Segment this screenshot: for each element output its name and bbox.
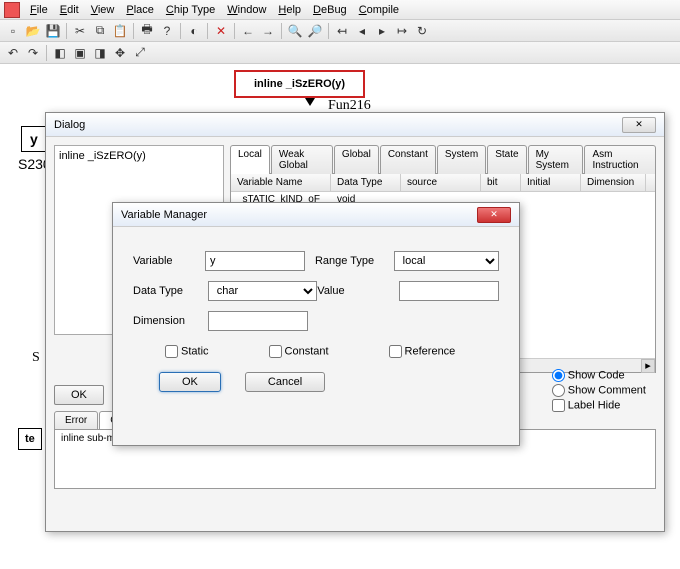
zoomin-icon[interactable]: 🔍: [286, 22, 304, 40]
menu-compile[interactable]: Compile: [353, 2, 405, 18]
about-icon[interactable]: ◐: [185, 22, 203, 40]
label-value: Value: [317, 285, 389, 297]
resize-icon[interactable]: ⤢: [131, 44, 149, 62]
dialog-ok-button[interactable]: OK: [54, 385, 104, 405]
tab-local[interactable]: Local: [230, 145, 270, 174]
tab-constant[interactable]: Constant: [380, 145, 436, 174]
toolbar-1: ▫ 📂 💾 ✂ ⧉ 📋 🖶 ? ◐ ✕ ← → 🔍 🔎 ↤ ◂ ▸ ↦ ↻: [0, 20, 680, 42]
menu-edit[interactable]: Edit: [54, 2, 85, 18]
tab-my-system[interactable]: My System: [528, 145, 584, 174]
variable-input[interactable]: [205, 251, 305, 271]
move-icon[interactable]: ✥: [111, 44, 129, 62]
tab-global[interactable]: Global: [334, 145, 379, 174]
arrow-down-icon: [305, 98, 315, 106]
check-label-hide[interactable]: Label Hide: [552, 399, 646, 412]
zoomout-icon[interactable]: 🔎: [306, 22, 324, 40]
te-box[interactable]: te: [18, 428, 42, 450]
col-source[interactable]: source: [401, 174, 481, 191]
menu-view[interactable]: View: [85, 2, 121, 18]
back-icon[interactable]: ←: [239, 22, 257, 40]
varmgr-cancel-button[interactable]: Cancel: [245, 372, 325, 392]
menu-place[interactable]: Place: [120, 2, 160, 18]
paste-icon[interactable]: 📋: [111, 22, 129, 40]
col-bit[interactable]: bit: [481, 174, 521, 191]
value-input[interactable]: [399, 281, 499, 301]
copy-icon[interactable]: ⧉: [91, 22, 109, 40]
menu-help[interactable]: Help: [272, 2, 307, 18]
tab-error[interactable]: Error: [54, 411, 98, 430]
label-variable: Variable: [133, 255, 195, 267]
app-icon: [4, 2, 20, 18]
label-datatype: Data Type: [133, 285, 198, 297]
toolbar-2: ↶ ↷ ◧ ▣ ◨ ✥ ⤢: [0, 42, 680, 64]
scope-tabs: Local Weak Global Global Constant System…: [230, 145, 656, 174]
tab-asm[interactable]: Asm Instruction: [584, 145, 656, 174]
radio-show-comment[interactable]: Show Comment: [552, 384, 646, 397]
redo-icon[interactable]: ↷: [24, 44, 42, 62]
open-icon[interactable]: 📂: [24, 22, 42, 40]
range-type-select[interactable]: local: [394, 251, 499, 271]
dimension-input[interactable]: [208, 311, 308, 331]
flow-node[interactable]: inline _iSzERO(y): [234, 70, 365, 98]
menu-file[interactable]: File: [24, 2, 54, 18]
col-name[interactable]: Variable Name: [231, 174, 331, 191]
view-options: Show Code Show Comment Label Hide: [552, 367, 646, 414]
radio-show-code[interactable]: Show Code: [552, 369, 646, 382]
s-label: S: [32, 350, 40, 366]
menu-debug[interactable]: DeBug: [307, 2, 353, 18]
dialog-title-text: Dialog: [54, 119, 85, 131]
stop-icon[interactable]: ✕: [212, 22, 230, 40]
align-left-icon[interactable]: ◧: [51, 44, 69, 62]
check-static[interactable]: Static: [165, 345, 209, 358]
menu-window[interactable]: Window: [221, 2, 272, 18]
variable-manager-dialog: Variable Manager ✕ Variable Range Type l…: [112, 202, 520, 446]
nav-prev-icon[interactable]: ◂: [353, 22, 371, 40]
help-icon[interactable]: ?: [158, 22, 176, 40]
tab-weak-global[interactable]: Weak Global: [271, 145, 333, 174]
dialog-titlebar[interactable]: Dialog ✕: [46, 113, 664, 137]
data-type-select[interactable]: char: [208, 281, 318, 301]
print-icon[interactable]: 🖶: [138, 22, 156, 40]
y-box[interactable]: y: [21, 126, 47, 152]
cut-icon[interactable]: ✂: [71, 22, 89, 40]
label-range: Range Type: [315, 255, 384, 267]
nav-first-icon[interactable]: ↤: [333, 22, 351, 40]
col-initial[interactable]: Initial: [521, 174, 581, 191]
forward-icon[interactable]: →: [259, 22, 277, 40]
varmgr-title-text: Variable Manager: [121, 209, 207, 221]
align-right-icon[interactable]: ◨: [91, 44, 109, 62]
nav-next-icon[interactable]: ▸: [373, 22, 391, 40]
varmgr-close-button[interactable]: ✕: [477, 207, 511, 223]
canvas[interactable]: inline _iSzERO(y) Fun216 y S230 S te Dia…: [0, 64, 680, 569]
col-dimension[interactable]: Dimension: [581, 174, 646, 191]
varmgr-ok-button[interactable]: OK: [159, 372, 221, 392]
save-icon[interactable]: 💾: [44, 22, 62, 40]
tab-system[interactable]: System: [437, 145, 486, 174]
undo-icon[interactable]: ↶: [4, 44, 22, 62]
tab-state[interactable]: State: [487, 145, 526, 174]
label-dimension: Dimension: [133, 315, 198, 327]
align-center-icon[interactable]: ▣: [71, 44, 89, 62]
varmgr-titlebar[interactable]: Variable Manager ✕: [113, 203, 519, 227]
dialog-close-button[interactable]: ✕: [622, 117, 656, 133]
loop-icon[interactable]: ↻: [413, 22, 431, 40]
menu-bar: File Edit View Place Chip Type Window He…: [0, 0, 680, 20]
nav-last-icon[interactable]: ↦: [393, 22, 411, 40]
check-reference[interactable]: Reference: [389, 345, 456, 358]
col-type[interactable]: Data Type: [331, 174, 401, 191]
menu-chiptype[interactable]: Chip Type: [160, 2, 221, 18]
new-icon[interactable]: ▫: [4, 22, 22, 40]
module-item[interactable]: inline _iSzERO(y): [59, 150, 146, 162]
check-constant[interactable]: Constant: [269, 345, 329, 358]
grid-header: Variable Name Data Type source bit Initi…: [231, 174, 655, 192]
